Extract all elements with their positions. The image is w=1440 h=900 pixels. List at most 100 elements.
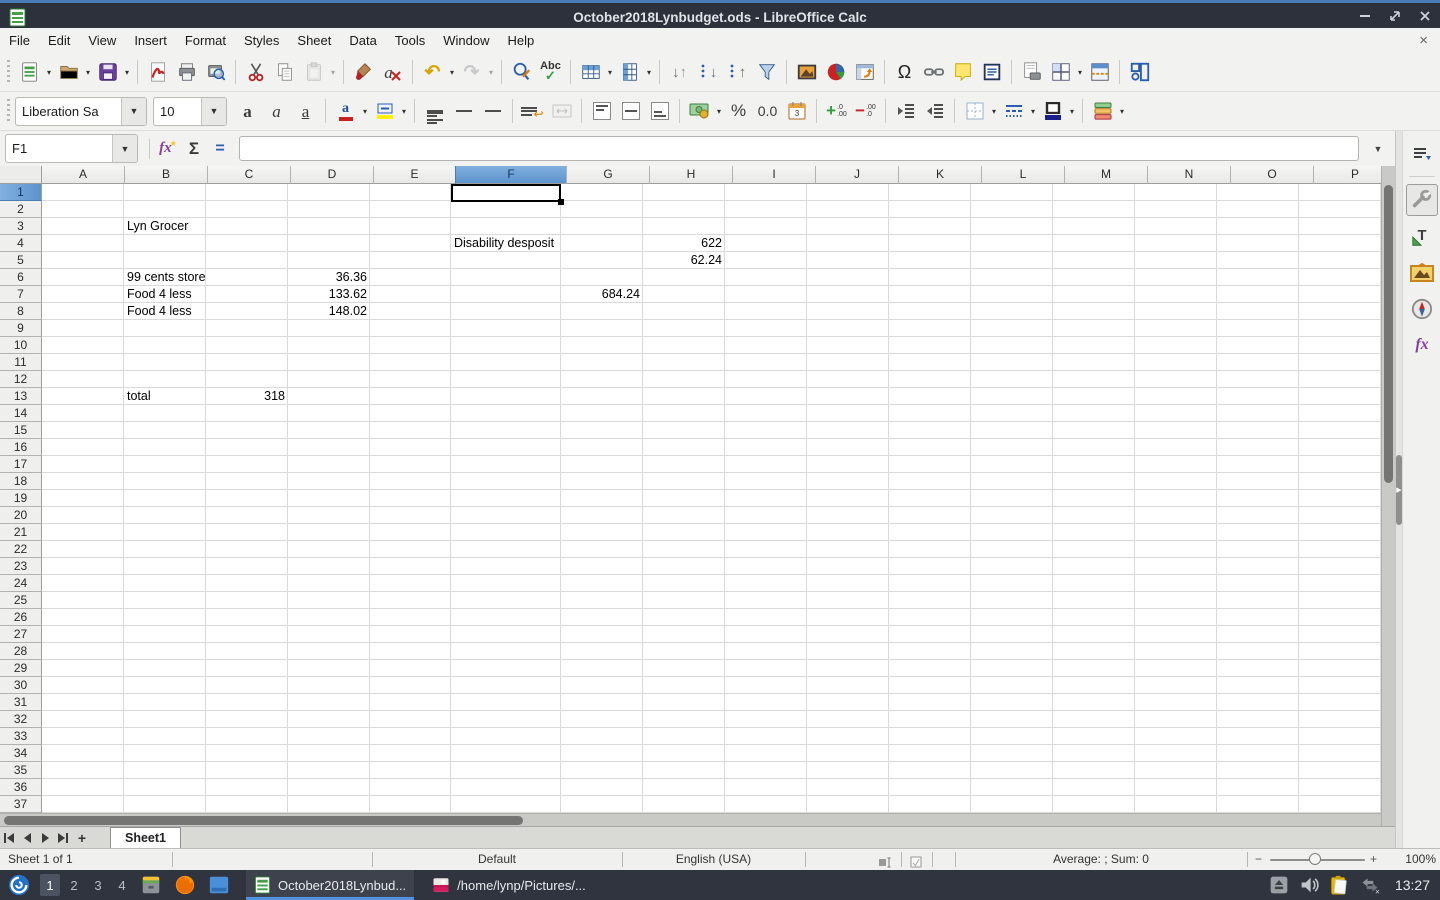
column-header-O[interactable]: O [1230,166,1314,184]
sort-descending-button[interactable]: ↓ [694,58,723,86]
next-sheet-icon[interactable] [36,829,54,847]
cell-C13[interactable]: 318 [206,388,288,405]
row-header-37[interactable]: 37 [0,796,42,813]
row-header-27[interactable]: 27 [0,626,42,643]
freeze-rows-columns-button[interactable] [1046,58,1075,86]
center-vertically-button[interactable] [616,97,645,125]
function-wizard-icon[interactable]: fx★ [155,136,181,162]
row-header-28[interactable]: 28 [0,643,42,660]
column-dropdown[interactable]: ▾ [644,58,654,86]
font-name-combo[interactable]: Liberation Sa ▼ [15,97,147,126]
undo-dropdown[interactable]: ▾ [447,58,457,86]
horizontal-scrollbar[interactable] [0,813,1381,826]
font-color-dropdown[interactable]: ▾ [360,97,370,125]
sum-icon[interactable]: Σ [181,136,207,162]
add-decimal-button[interactable]: +.0.00 [822,97,851,125]
sort-ascending-button[interactable]: ↑ [723,58,752,86]
borders-button[interactable] [960,97,989,125]
split-window-button[interactable] [1085,58,1114,86]
autofilter-button[interactable] [752,58,781,86]
column-header-B[interactable]: B [124,166,208,184]
special-character-button[interactable]: Ω [890,58,919,86]
cell-B8[interactable]: Food 4 less [124,303,206,320]
italic-button[interactable]: a [262,97,291,125]
clock-label[interactable]: 13:27 [1395,877,1430,893]
insert-row-button[interactable] [576,58,605,86]
row-header-12[interactable]: 12 [0,371,42,388]
column-header-K[interactable]: K [898,166,982,184]
equals-icon[interactable]: = [207,136,233,162]
row-header-7[interactable]: 7 [0,286,42,303]
cells-area[interactable]: Lyn GrocerDisability desposit62262.2499 … [42,184,1381,813]
row-header-17[interactable]: 17 [0,456,42,473]
new-document-button[interactable] [15,58,44,86]
freeze-dropdown[interactable]: ▾ [1075,58,1085,86]
insert-text-box-button[interactable] [977,58,1006,86]
increase-indent-button[interactable] [891,97,920,125]
merge-cells-button[interactable] [547,97,576,125]
clone-formatting-button[interactable] [349,58,378,86]
row-header-13[interactable]: 13 [0,388,42,405]
open-dropdown[interactable]: ▾ [83,58,93,86]
minimize-button[interactable] [1358,9,1372,23]
highlight-color-dropdown[interactable]: ▾ [399,97,409,125]
cell-D6[interactable]: 36.36 [288,269,370,286]
wrap-text-button[interactable]: ↩ [518,97,547,125]
cell-B3[interactable]: Lyn Grocer [124,218,206,235]
row-header-24[interactable]: 24 [0,575,42,592]
close-document-icon[interactable]: × [1419,33,1428,48]
row-header-11[interactable]: 11 [0,354,42,371]
highlight-color-button[interactable] [370,97,399,125]
row-header-20[interactable]: 20 [0,507,42,524]
font-name-dropdown[interactable]: ▼ [121,98,146,125]
row-header-29[interactable]: 29 [0,660,42,677]
row-header-15[interactable]: 15 [0,422,42,439]
insert-chart-button[interactable] [821,58,850,86]
zoom-slider-handle[interactable] [1309,853,1321,865]
vertical-scrollbar[interactable] [1381,166,1395,826]
sheet-tab-sheet1[interactable]: Sheet1 [110,827,181,849]
row-dropdown[interactable]: ▾ [605,58,615,86]
row-header-19[interactable]: 19 [0,490,42,507]
name-box-dropdown[interactable]: ▼ [112,135,137,162]
expand-formula-bar-icon[interactable]: ▼ [1369,144,1387,154]
align-left-button[interactable] [420,97,449,125]
currency-format-button[interactable] [685,97,714,125]
row-header-8[interactable]: 8 [0,303,42,320]
borders-dropdown[interactable]: ▾ [989,97,999,125]
add-sheet-icon[interactable]: + [72,830,92,846]
file-manager-icon[interactable] [207,873,231,897]
decrease-indent-button[interactable] [920,97,949,125]
underline-button[interactable]: a [291,97,320,125]
column-header-F[interactable]: F [455,166,567,184]
row-header-35[interactable]: 35 [0,762,42,779]
row-header-14[interactable]: 14 [0,405,42,422]
row-header-6[interactable]: 6 [0,269,42,286]
align-top-button[interactable] [587,97,616,125]
page-style-label[interactable]: Default [372,849,622,870]
cell-B6[interactable]: 99 cents store [124,269,206,286]
cell-F4[interactable]: Disability desposit [451,235,561,252]
row-header-21[interactable]: 21 [0,524,42,541]
last-sheet-icon[interactable] [54,829,72,847]
row-header-10[interactable]: 10 [0,337,42,354]
align-center-button[interactable] [449,97,478,125]
first-sheet-icon[interactable] [0,829,18,847]
delete-decimal-button[interactable]: −.00.0 [851,97,880,125]
row-header-18[interactable]: 18 [0,473,42,490]
formula-input[interactable] [239,136,1359,161]
border-color-button[interactable] [1038,97,1067,125]
row-header-3[interactable]: 3 [0,218,42,235]
cell-B13[interactable]: total [124,388,206,405]
insert-hyperlink-button[interactable] [919,58,948,86]
row-header-25[interactable]: 25 [0,592,42,609]
menu-format[interactable]: Format [176,30,235,51]
row-header-22[interactable]: 22 [0,541,42,558]
row-header-1[interactable]: 1 [0,184,42,201]
sort-button[interactable]: ↓↑ [665,58,694,86]
undo-button[interactable]: ↶ [418,58,447,86]
zoom-out-icon[interactable]: − [1255,849,1262,870]
align-bottom-button[interactable] [645,97,674,125]
cell-D7[interactable]: 133.62 [288,286,370,303]
save-dropdown[interactable]: ▾ [122,58,132,86]
